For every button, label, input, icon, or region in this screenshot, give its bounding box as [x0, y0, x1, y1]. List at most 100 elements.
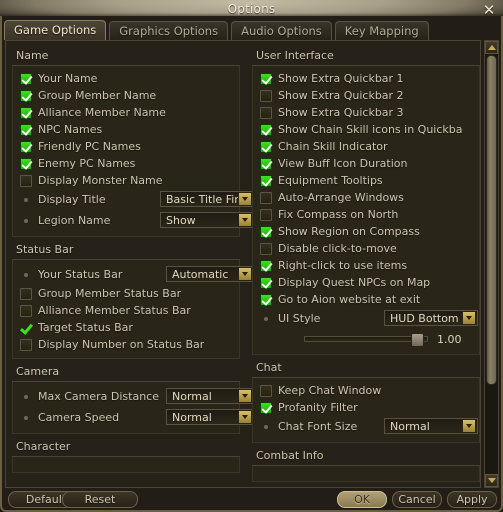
- option-row[interactable]: Alliance Member Name: [16, 104, 236, 121]
- checkbox-group-member-name[interactable]: [20, 89, 32, 102]
- option-row[interactable]: Show Extra Quickbar 1: [256, 70, 476, 87]
- option-row[interactable]: Group Member Status Bar: [16, 285, 236, 302]
- checkbox-view-buff-icon-duration[interactable]: [260, 157, 272, 170]
- chevron-down-icon[interactable]: [238, 213, 252, 227]
- checkbox-group-member-status-bar[interactable]: [20, 287, 32, 300]
- group-user-interface: User Interface Show Extra Quickbar 1 Show …: [252, 47, 480, 355]
- dropdown-label: Legion Name: [38, 214, 111, 227]
- option-row[interactable]: Keep Chat Window: [256, 382, 476, 399]
- checkbox-alliance-member-name[interactable]: [20, 106, 32, 119]
- checkbox-fix-compass-on-north[interactable]: [260, 208, 272, 221]
- option-row[interactable]: Your Status Bar Automatic: [16, 264, 254, 285]
- option-row[interactable]: Show Extra Quickbar 3: [256, 104, 476, 121]
- checkbox-label: Display Quest NPCs on Map: [278, 276, 431, 289]
- ui-scale-slider[interactable]: [304, 333, 428, 347]
- dropdown-camera-speed[interactable]: Normal: [166, 409, 254, 425]
- checkbox-label: Enemy PC Names: [38, 157, 136, 170]
- option-row[interactable]: Right-click to use items: [256, 257, 476, 274]
- option-row[interactable]: Disable click-to-move: [256, 240, 476, 257]
- option-row[interactable]: Your Name: [16, 70, 236, 87]
- checkbox-friendly-pc-names[interactable]: [20, 140, 32, 153]
- option-row[interactable]: Go to Aion website at exit: [256, 291, 476, 308]
- option-row[interactable]: Enemy PC Names: [16, 155, 236, 172]
- checkbox-label: Friendly PC Names: [38, 140, 141, 153]
- checkbox-show-extra-quickbar-2[interactable]: [260, 89, 272, 102]
- option-row[interactable]: NPC Names: [16, 121, 236, 138]
- checkbox-keep-chat-window[interactable]: [260, 384, 272, 397]
- checkbox-display-number-on-status-bar[interactable]: [20, 338, 32, 351]
- scrollbar-thumb[interactable]: [486, 55, 497, 385]
- tab-graphics-options[interactable]: Graphics Options: [109, 21, 229, 40]
- option-row[interactable]: Auto-Arrange Windows: [256, 189, 476, 206]
- option-row[interactable]: UI Style HUD Bottom: [256, 308, 478, 329]
- option-row[interactable]: Camera Speed Normal: [16, 407, 254, 428]
- scroll-up-icon[interactable]: [485, 41, 498, 54]
- group-body: Max Camera Distance Normal Camera Speed Nor…: [12, 382, 254, 434]
- ok-button[interactable]: OK: [337, 491, 387, 508]
- bullet-icon: [24, 394, 28, 399]
- checkbox-disable-click-to-move[interactable]: [260, 242, 272, 255]
- checkbox-equipment-tooltips[interactable]: [260, 174, 272, 187]
- option-row[interactable]: Friendly PC Names: [16, 138, 236, 155]
- checkbox-chain-skill-indicator[interactable]: [260, 140, 272, 153]
- group-combat-info: Combat Info: [252, 447, 480, 482]
- checkbox-go-to-aion-website-at-exit[interactable]: [260, 293, 272, 306]
- option-row[interactable]: Target Status Bar: [16, 319, 236, 336]
- checkbox-auto-arrange-windows[interactable]: [260, 191, 272, 204]
- slider-thumb[interactable]: [411, 333, 425, 347]
- checkbox-label: Target Status Bar: [38, 321, 133, 334]
- chevron-down-icon[interactable]: [462, 419, 476, 433]
- chevron-down-icon[interactable]: [238, 410, 252, 424]
- option-row[interactable]: Show Chain Skill icons in Quickba: [256, 121, 476, 138]
- checkbox-display-monster-name[interactable]: [20, 174, 32, 187]
- option-row[interactable]: Group Member Name: [16, 87, 236, 104]
- checkbox-enemy-pc-names[interactable]: [20, 157, 32, 170]
- dropdown-display-title[interactable]: Basic Title First: [160, 191, 254, 207]
- chevron-down-icon[interactable]: [238, 192, 252, 206]
- chevron-down-icon[interactable]: [238, 389, 252, 403]
- checkbox-display-quest-npcs-on-map[interactable]: [260, 276, 272, 289]
- reset-button[interactable]: Reset: [62, 491, 138, 508]
- option-row[interactable]: Max Camera Distance Normal: [16, 386, 254, 407]
- apply-button[interactable]: Apply: [447, 491, 497, 508]
- chevron-down-icon[interactable]: [238, 267, 252, 281]
- checkbox-show-extra-quickbar-1[interactable]: [260, 72, 272, 85]
- checkbox-your-name[interactable]: [20, 72, 32, 85]
- option-row[interactable]: Legion Name Show: [16, 210, 254, 231]
- tab-game-options[interactable]: Game Options: [4, 20, 107, 40]
- close-icon[interactable]: ✕: [481, 3, 497, 19]
- checkbox-label: Go to Aion website at exit: [278, 293, 421, 306]
- option-row[interactable]: View Buff Icon Duration: [256, 155, 476, 172]
- option-row[interactable]: Fix Compass on North: [256, 206, 476, 223]
- checkbox-target-status-bar[interactable]: [20, 322, 32, 334]
- dropdown-max-camera-distance[interactable]: Normal: [166, 388, 254, 404]
- dropdown-ui-style[interactable]: HUD Bottom: [384, 310, 478, 326]
- option-row[interactable]: Show Region on Compass: [256, 223, 476, 240]
- option-row[interactable]: Chain Skill Indicator: [256, 138, 476, 155]
- cancel-button[interactable]: Cancel: [392, 491, 442, 508]
- option-row[interactable]: Display Monster Name: [16, 172, 236, 189]
- checkbox-show-chain-skill-icons-in-quickba[interactable]: [260, 123, 272, 136]
- option-row[interactable]: Display Number on Status Bar: [16, 336, 236, 353]
- tab-key-mapping[interactable]: Key Mapping: [334, 21, 429, 40]
- checkbox-profanity-filter[interactable]: [260, 401, 272, 414]
- dropdown-legion-name[interactable]: Show: [160, 212, 254, 228]
- option-row[interactable]: Show Extra Quickbar 2: [256, 87, 476, 104]
- dropdown-your-status-bar[interactable]: Automatic: [166, 266, 254, 282]
- checkbox-npc-names[interactable]: [20, 123, 32, 136]
- checkbox-label: NPC Names: [38, 123, 103, 136]
- checkbox-alliance-member-status-bar[interactable]: [20, 304, 32, 317]
- tab-audio-options[interactable]: Audio Options: [231, 21, 332, 40]
- checkbox-show-extra-quickbar-3[interactable]: [260, 106, 272, 119]
- option-row[interactable]: Equipment Tooltips: [256, 172, 476, 189]
- vertical-scrollbar[interactable]: [484, 40, 499, 488]
- option-row[interactable]: Alliance Member Status Bar: [16, 302, 236, 319]
- chevron-down-icon[interactable]: [462, 311, 476, 325]
- option-row[interactable]: Display Quest NPCs on Map: [256, 274, 476, 291]
- option-row[interactable]: Chat Font Size Normal: [256, 416, 478, 437]
- dropdown-chat-font-size[interactable]: Normal: [384, 418, 478, 434]
- checkbox-right-click-to-use-items[interactable]: [260, 259, 272, 272]
- option-row[interactable]: Display Title Basic Title First: [16, 189, 254, 210]
- option-row[interactable]: Profanity Filter: [256, 399, 476, 416]
- checkbox-show-region-on-compass[interactable]: [260, 225, 272, 238]
